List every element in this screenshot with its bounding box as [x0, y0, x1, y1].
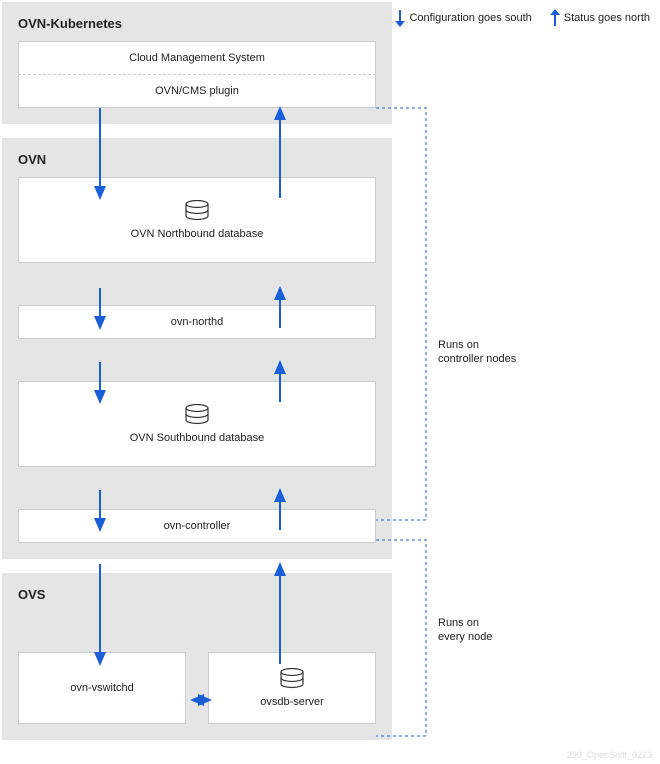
database-icon [184, 200, 210, 222]
arrow-down-icon [395, 10, 405, 26]
legend-config-south: Configuration goes south [395, 10, 531, 26]
box-plugin-label: OVN/CMS plugin [155, 85, 239, 97]
section-title-ovn-kubernetes: OVN-Kubernetes [18, 16, 376, 31]
section-ovn: OVN OVN Northbound database ovn-northd O… [2, 138, 392, 559]
section-ovs: OVS ovn-vswitchd ovsdb-server [2, 573, 392, 740]
box-southbound-label: OVN Southbound database [130, 432, 265, 444]
box-southbound: OVN Southbound database [18, 381, 376, 467]
box-ovsdb-label: ovsdb-server [260, 696, 324, 708]
section-ovn-kubernetes: OVN-Kubernetes Cloud Management System O… [2, 2, 392, 124]
diagram: OVN-Kubernetes Cloud Management System O… [2, 2, 392, 754]
legend-up-label: Status goes north [564, 12, 650, 24]
note-controller-nodes: Runs on controller nodes [438, 338, 516, 367]
box-controller-label: ovn-controller [164, 520, 231, 532]
database-icon [184, 404, 210, 426]
box-northd: ovn-northd [18, 305, 376, 339]
box-northbound-label: OVN Northbound database [131, 228, 264, 240]
arrow-up-icon [550, 10, 560, 26]
box-ovn-vswitchd: ovn-vswitchd [18, 652, 186, 724]
box-cms-label: Cloud Management System [129, 52, 265, 64]
footer-id: 299_OpenShift_0223 [567, 750, 652, 760]
note-every-node: Runs on every node [438, 616, 492, 645]
box-northbound: OVN Northbound database [18, 177, 376, 263]
box-ovn-controller: ovn-controller [18, 509, 376, 543]
box-vswitchd-label: ovn-vswitchd [70, 682, 134, 694]
legend-down-label: Configuration goes south [409, 12, 531, 24]
box-ovn-cms-plugin: OVN/CMS plugin [18, 74, 376, 108]
legend: Configuration goes south Status goes nor… [395, 10, 650, 26]
database-icon [279, 668, 305, 690]
section-title-ovn: OVN [18, 152, 376, 167]
box-northd-label: ovn-northd [171, 316, 224, 328]
box-cms: Cloud Management System [18, 41, 376, 75]
section-title-ovs: OVS [18, 587, 376, 602]
box-ovsdb-server: ovsdb-server [208, 652, 376, 724]
legend-status-north: Status goes north [550, 10, 650, 26]
